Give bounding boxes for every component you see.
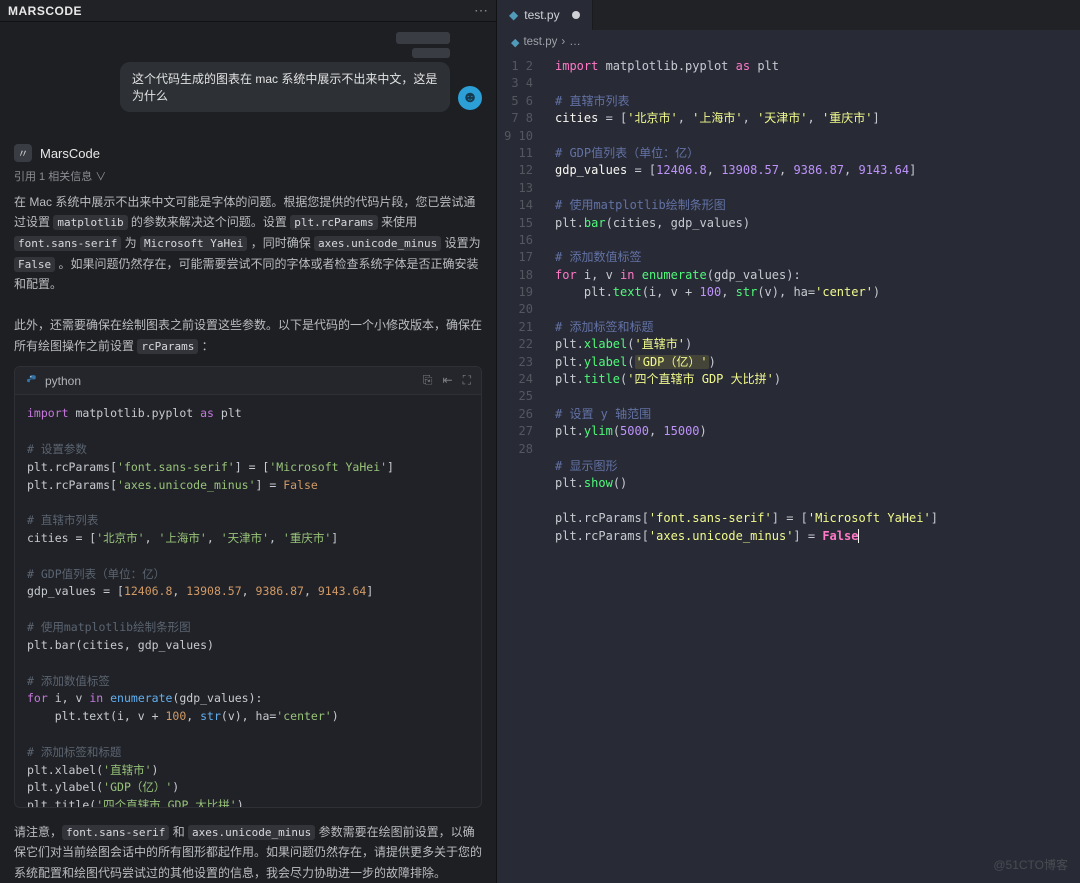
code-content[interactable]: import matplotlib.pyplot as plt # 设置参数 p… [15, 395, 481, 807]
chat-header: MARSCODE ⋯ [0, 0, 496, 22]
copy-icon[interactable]: ⎘ [423, 373, 433, 388]
watermark: @51CTO博客 [993, 856, 1068, 873]
inline-code: axes.unicode_minus [188, 825, 315, 840]
brand-label: MARSCODE [8, 4, 82, 18]
expand-icon[interactable]: ⛶ [463, 373, 471, 388]
more-icon[interactable]: ⋯ [474, 2, 488, 19]
citation-toggle[interactable]: 引用 1 相关信息 ∨ [0, 168, 496, 184]
bot-logo-icon: 〃 [14, 144, 32, 162]
tab-testpy[interactable]: ◆ test.py [497, 0, 593, 30]
bot-name: MarsCode [40, 146, 100, 161]
python-file-icon: ◆ [511, 36, 519, 49]
user-bubble: 这个代码生成的图表在 mac 系统中展示不出来中文，这是为什么 [120, 62, 450, 112]
inline-code: Microsoft YaHei [140, 236, 247, 251]
bot-footer: 请注意，font.sans-serif 和 axes.unicode_minus… [0, 822, 496, 883]
bot-reply: 在 Mac 系统中展示不出来中文可能是字体的问题。根据您提供的代码片段，您已尝试… [0, 192, 496, 356]
user-text: 这个代码生成的图表在 mac 系统中展示不出来中文，这是为什么 [132, 72, 437, 103]
editor-content[interactable]: import matplotlib.pyplot as plt # 直辖市列表 … [547, 54, 1080, 883]
tab-label: test.py [524, 8, 559, 22]
code-block: python ⎘ ⇤ ⛶ import matplotlib.pyplot as… [14, 366, 482, 807]
python-icon [25, 374, 39, 388]
inline-code: font.sans-serif [62, 825, 169, 840]
chat-panel: MARSCODE ⋯ 这个代码生成的图表在 mac 系统中展示不出来中文，这是为… [0, 0, 497, 883]
inline-code: rcParams [137, 339, 198, 354]
tab-bar: ◆ test.py [497, 0, 1080, 30]
user-avatar-icon: ☻ [458, 86, 482, 110]
breadcrumb[interactable]: ◆ test.py › … [497, 30, 1080, 54]
editor[interactable]: 1 2 3 4 5 6 7 8 9 10 11 12 13 14 15 16 1… [497, 54, 1080, 883]
line-gutter: 1 2 3 4 5 6 7 8 9 10 11 12 13 14 15 16 1… [497, 54, 547, 883]
python-file-icon: ◆ [509, 8, 518, 22]
inline-code: matplotlib [53, 215, 127, 230]
inline-code: axes.unicode_minus [314, 236, 441, 251]
dirty-indicator-icon [572, 11, 580, 19]
redacted-blocks [396, 32, 450, 58]
user-message-row: 这个代码生成的图表在 mac 系统中展示不出来中文，这是为什么 ☻ [14, 32, 482, 112]
inline-code: plt.rcParams [290, 215, 377, 230]
inline-code: False [14, 257, 55, 272]
insert-icon[interactable]: ⇤ [443, 373, 453, 388]
code-lang-label: python [45, 374, 81, 388]
inline-code: font.sans-serif [14, 236, 121, 251]
editor-panel: ◆ test.py ◆ test.py › … 1 2 3 4 5 6 7 8 … [497, 0, 1080, 883]
